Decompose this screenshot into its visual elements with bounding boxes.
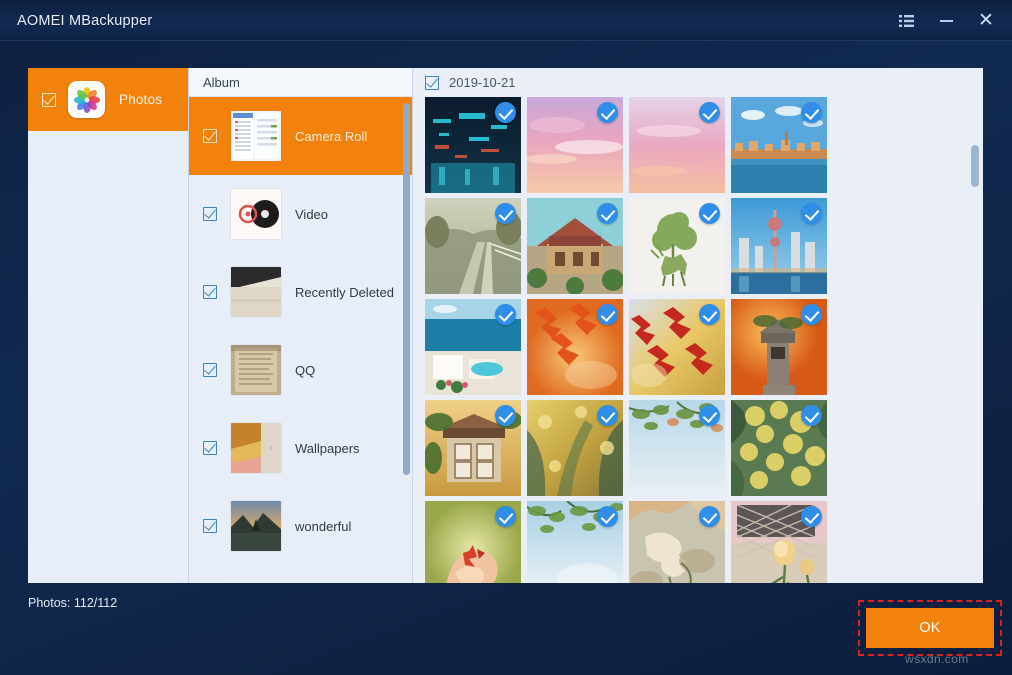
photo-selected-badge[interactable] xyxy=(495,405,516,426)
ok-button-wrap: OK xyxy=(866,608,994,648)
album-row[interactable]: Wallpapers xyxy=(189,409,412,487)
photo-selected-badge[interactable] xyxy=(801,102,822,123)
album-checkbox[interactable] xyxy=(203,129,217,143)
album-checkbox[interactable] xyxy=(203,441,217,455)
photo-thumbnail[interactable] xyxy=(425,299,521,395)
album-row[interactable]: wonderful xyxy=(189,487,412,565)
album-row[interactable]: QQ xyxy=(189,331,412,409)
app-title: AOMEI MBackupper xyxy=(17,13,152,29)
photo-thumbnail[interactable] xyxy=(731,198,827,294)
ok-button[interactable]: OK xyxy=(866,608,994,648)
photo-thumbnail[interactable] xyxy=(527,400,623,496)
minimize-icon xyxy=(940,20,953,22)
photo-selected-badge[interactable] xyxy=(699,506,720,527)
album-panel-header: Album xyxy=(189,68,412,97)
photo-selected-badge[interactable] xyxy=(801,203,822,224)
photo-thumbnail[interactable] xyxy=(629,501,725,583)
photos-pinwheel-icon xyxy=(68,81,105,118)
menu-list-button[interactable] xyxy=(888,6,924,36)
photo-thumbnail[interactable] xyxy=(527,198,623,294)
photo-thumbnail[interactable] xyxy=(527,97,623,193)
album-thumbnail xyxy=(231,501,281,551)
list-icon xyxy=(899,15,914,27)
album-thumbnail xyxy=(231,189,281,239)
album-list: Camera Roll Video xyxy=(189,97,412,565)
photo-thumbnail[interactable] xyxy=(425,97,521,193)
date-group-checkbox[interactable] xyxy=(425,76,439,90)
album-label: Recently Deleted xyxy=(295,285,394,300)
photo-selected-badge[interactable] xyxy=(597,506,618,527)
date-group-label: 2019-10-21 xyxy=(449,75,516,90)
album-thumbnail xyxy=(231,423,281,473)
album-label: wonderful xyxy=(295,519,351,534)
close-icon: ✕ xyxy=(978,11,994,30)
album-thumbnail xyxy=(231,111,281,161)
photo-selected-badge[interactable] xyxy=(597,304,618,325)
photo-selected-badge[interactable] xyxy=(597,102,618,123)
status-text: Photos: 112/112 xyxy=(28,596,117,610)
album-row[interactable]: Video xyxy=(189,175,412,253)
photo-selected-badge[interactable] xyxy=(495,102,516,123)
photo-thumbnail[interactable] xyxy=(629,400,725,496)
album-label: Video xyxy=(295,207,328,222)
photo-selected-badge[interactable] xyxy=(801,506,822,527)
photo-selected-badge[interactable] xyxy=(699,203,720,224)
photo-scrollbar-track[interactable] xyxy=(971,72,979,579)
source-panel: Photos xyxy=(28,68,188,583)
photo-selected-badge[interactable] xyxy=(801,304,822,325)
sidebar-item-label: Photos xyxy=(119,92,162,107)
photo-thumbnail[interactable] xyxy=(731,299,827,395)
work-area: Photos Album xyxy=(28,68,983,583)
photo-selected-badge[interactable] xyxy=(597,203,618,224)
photo-thumbnail[interactable] xyxy=(731,501,827,583)
photo-selected-badge[interactable] xyxy=(495,304,516,325)
photo-selected-badge[interactable] xyxy=(699,304,720,325)
photo-scrollbar-thumb[interactable] xyxy=(971,145,979,187)
window-controls: ✕ xyxy=(888,0,1004,41)
photo-thumbnail[interactable] xyxy=(731,97,827,193)
photo-selected-badge[interactable] xyxy=(801,405,822,426)
album-label: QQ xyxy=(295,363,315,378)
minimize-button[interactable] xyxy=(928,6,964,36)
album-label: Camera Roll xyxy=(295,129,367,144)
date-group-header: 2019-10-21 xyxy=(413,68,983,97)
photo-selected-badge[interactable] xyxy=(699,102,720,123)
album-checkbox[interactable] xyxy=(203,207,217,221)
close-button[interactable]: ✕ xyxy=(968,6,1004,36)
album-thumbnail xyxy=(231,267,281,317)
photo-selected-badge[interactable] xyxy=(597,405,618,426)
album-checkbox[interactable] xyxy=(203,285,217,299)
album-checkbox[interactable] xyxy=(203,363,217,377)
photo-thumbnail[interactable] xyxy=(425,501,521,583)
photo-thumbnail[interactable] xyxy=(527,501,623,583)
album-row[interactable]: Recently Deleted xyxy=(189,253,412,331)
album-thumbnail xyxy=(231,345,281,395)
photo-thumbnail[interactable] xyxy=(425,400,521,496)
album-label: Wallpapers xyxy=(295,441,360,456)
album-scrollbar-thumb[interactable] xyxy=(403,103,410,475)
photo-thumbnail[interactable] xyxy=(425,198,521,294)
photo-thumbnail[interactable] xyxy=(629,198,725,294)
photo-thumbnail[interactable] xyxy=(731,400,827,496)
sidebar-item-photos[interactable]: Photos xyxy=(28,68,188,131)
album-panel: Album xyxy=(188,68,413,583)
photo-thumbnail[interactable] xyxy=(629,299,725,395)
photo-selected-badge[interactable] xyxy=(495,506,516,527)
photo-selected-badge[interactable] xyxy=(495,203,516,224)
watermark: wsxdn.com xyxy=(905,652,969,666)
title-bar: AOMEI MBackupper ✕ xyxy=(0,0,1012,41)
photo-grid xyxy=(413,97,925,583)
app-window: AOMEI MBackupper ✕ xyxy=(0,0,1012,675)
album-scrollbar-track[interactable] xyxy=(403,98,410,571)
photo-thumbnail[interactable] xyxy=(527,299,623,395)
album-row[interactable]: Camera Roll xyxy=(189,97,412,175)
album-checkbox[interactable] xyxy=(203,519,217,533)
photo-selected-badge[interactable] xyxy=(699,405,720,426)
photo-panel: 2019-10-21 xyxy=(413,68,983,583)
photo-thumbnail[interactable] xyxy=(629,97,725,193)
photos-checkbox[interactable] xyxy=(42,93,56,107)
